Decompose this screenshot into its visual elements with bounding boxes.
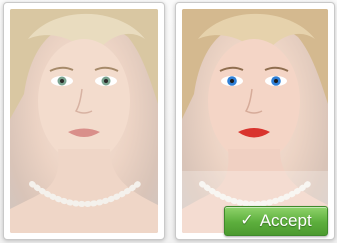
after-portrait-photo (182, 9, 328, 233)
checkmark-icon: ✓ (240, 212, 254, 229)
accept-button[interactable]: ✓ Accept (224, 206, 328, 236)
accept-button-label: Accept (259, 211, 312, 230)
after-photo-panel: ✓ Accept (175, 2, 335, 240)
after-portrait-svg (182, 9, 328, 233)
retouch-comparison: ✓ Accept (0, 0, 337, 243)
before-photo-panel (3, 2, 165, 240)
before-portrait-svg (10, 9, 158, 233)
before-portrait-photo (10, 9, 158, 233)
